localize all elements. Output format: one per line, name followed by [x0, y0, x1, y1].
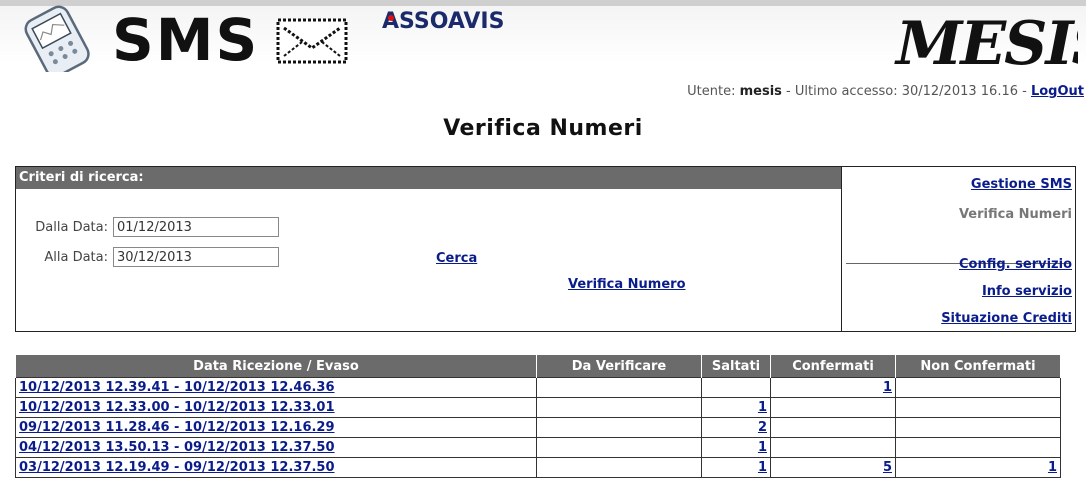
- col-confermati: Confermati: [770, 354, 896, 378]
- saltati-cell: 1: [701, 437, 771, 458]
- table-row: 10/12/2013 12.33.00 - 10/12/2013 12.33.0…: [15, 397, 1061, 418]
- to-date-row: Alla Data:: [16, 247, 279, 267]
- table-header-row: Data Ricezione / Evaso Da Verificare Sal…: [15, 354, 1061, 378]
- confermati-cell: [770, 437, 896, 458]
- saltati-cell: 1: [701, 457, 771, 478]
- sms-logo-text: SMS: [112, 10, 259, 66]
- to-date-input[interactable]: [113, 247, 279, 267]
- sms-logo: SMS: [112, 10, 259, 66]
- user-label: Utente:: [687, 84, 736, 99]
- non-confermati-cell: 1: [895, 457, 1061, 478]
- table-row: 09/12/2013 11.28.46 - 10/12/2013 12.16.2…: [15, 417, 1061, 438]
- mobile-phone-icon: [24, 5, 90, 72]
- header-banner: SMS ASSOAVIS MESIS: [0, 0, 1086, 78]
- col-data-ricezione: Data Ricezione / Evaso: [15, 354, 537, 378]
- results-table: Data Ricezione / Evaso Da Verificare Sal…: [15, 354, 1061, 478]
- confermati-cell: [770, 397, 896, 418]
- from-date-row: Dalla Data:: [16, 217, 279, 237]
- side-nav: Gestione SMS Verifica Numeri Config. ser…: [841, 166, 1076, 332]
- non-confermati-link[interactable]: 1: [1048, 460, 1057, 475]
- saltati-cell: 1: [701, 397, 771, 418]
- row-date-cell: 03/12/2013 12.19.49 - 09/12/2013 12.37.5…: [15, 457, 537, 478]
- da-verificare-cell: [536, 457, 702, 478]
- verify-number-link[interactable]: Verifica Numero: [568, 277, 686, 292]
- non-confermati-cell: [895, 397, 1061, 418]
- non-confermati-cell: [895, 417, 1061, 438]
- saltati-cell: 2: [701, 417, 771, 438]
- col-saltati: Saltati: [701, 354, 771, 378]
- confermati-link[interactable]: 5: [883, 460, 892, 475]
- non-confermati-cell: [895, 377, 1061, 398]
- saltati-link[interactable]: 1: [758, 440, 767, 455]
- envelope-icon: [276, 18, 348, 64]
- mesis-logo-text: MESIS: [894, 9, 1078, 70]
- search-panel: Criteri di ricerca: Dalla Data: Alla Dat…: [15, 166, 842, 332]
- row-date-link[interactable]: 10/12/2013 12.39.41 - 10/12/2013 12.46.3…: [19, 380, 335, 395]
- confermati-cell: 1: [770, 377, 896, 398]
- page-title: Verifica Numeri: [443, 116, 643, 141]
- confermati-cell: [770, 417, 896, 438]
- da-verificare-cell: [536, 417, 702, 438]
- last-access: - Ultimo accesso: 30/12/2013 16.16 -: [786, 84, 1027, 99]
- username: mesis: [739, 84, 782, 99]
- da-verificare-cell: [536, 437, 702, 458]
- to-date-label: Alla Data:: [44, 249, 108, 265]
- assoavis-logo: ASSOAVIS: [382, 9, 504, 34]
- confermati-link[interactable]: 1: [883, 380, 892, 395]
- nav-verifica-numeri: Verifica Numeri: [958, 207, 1072, 222]
- saltati-link[interactable]: 1: [758, 460, 767, 475]
- row-date-cell: 10/12/2013 12.33.00 - 10/12/2013 12.33.0…: [15, 397, 537, 418]
- row-date-cell: 04/12/2013 13.50.13 - 09/12/2013 12.37.5…: [15, 437, 537, 458]
- nav-gestione-sms[interactable]: Gestione SMS: [971, 177, 1072, 192]
- table-row: 04/12/2013 13.50.13 - 09/12/2013 12.37.5…: [15, 437, 1061, 458]
- saltati-cell: [701, 377, 771, 398]
- row-date-link[interactable]: 03/12/2013 12.19.49 - 09/12/2013 12.37.5…: [19, 460, 335, 475]
- search-panel-header: Criteri di ricerca:: [16, 167, 841, 189]
- search-link[interactable]: Cerca: [436, 251, 477, 266]
- nav-info-servizio[interactable]: Info servizio: [982, 284, 1072, 299]
- row-date-link[interactable]: 04/12/2013 13.50.13 - 09/12/2013 12.37.5…: [19, 440, 335, 455]
- table-row: 10/12/2013 12.39.41 - 10/12/2013 12.46.3…: [15, 377, 1061, 398]
- col-non-confermati: Non Confermati: [895, 354, 1061, 378]
- row-date-link[interactable]: 09/12/2013 11.28.46 - 10/12/2013 12.16.2…: [19, 420, 335, 435]
- col-da-verificare: Da Verificare: [536, 354, 702, 378]
- from-date-input[interactable]: [113, 217, 279, 237]
- saltati-link[interactable]: 2: [758, 420, 767, 435]
- logout-link[interactable]: LogOut: [1031, 84, 1084, 99]
- mesis-logo: MESIS: [894, 9, 1078, 70]
- row-date-cell: 09/12/2013 11.28.46 - 10/12/2013 12.16.2…: [15, 417, 537, 438]
- table-row: 03/12/2013 12.19.49 - 09/12/2013 12.37.5…: [15, 457, 1061, 478]
- nav-situazione-crediti[interactable]: Situazione Crediti: [941, 311, 1072, 326]
- nav-config-servizio[interactable]: Config. servizio: [959, 257, 1072, 272]
- from-date-label: Dalla Data:: [35, 219, 108, 235]
- saltati-link[interactable]: 1: [758, 400, 767, 415]
- confermati-cell: 5: [770, 457, 896, 478]
- assoavis-logo-text: ASSOAVIS: [382, 9, 504, 34]
- row-date-link[interactable]: 10/12/2013 12.33.00 - 10/12/2013 12.33.0…: [19, 400, 335, 415]
- user-bar: Utente: mesis - Ultimo accesso: 30/12/20…: [687, 84, 1084, 99]
- non-confermati-cell: [895, 437, 1061, 458]
- row-date-cell: 10/12/2013 12.39.41 - 10/12/2013 12.46.3…: [15, 377, 537, 398]
- da-verificare-cell: [536, 377, 702, 398]
- da-verificare-cell: [536, 397, 702, 418]
